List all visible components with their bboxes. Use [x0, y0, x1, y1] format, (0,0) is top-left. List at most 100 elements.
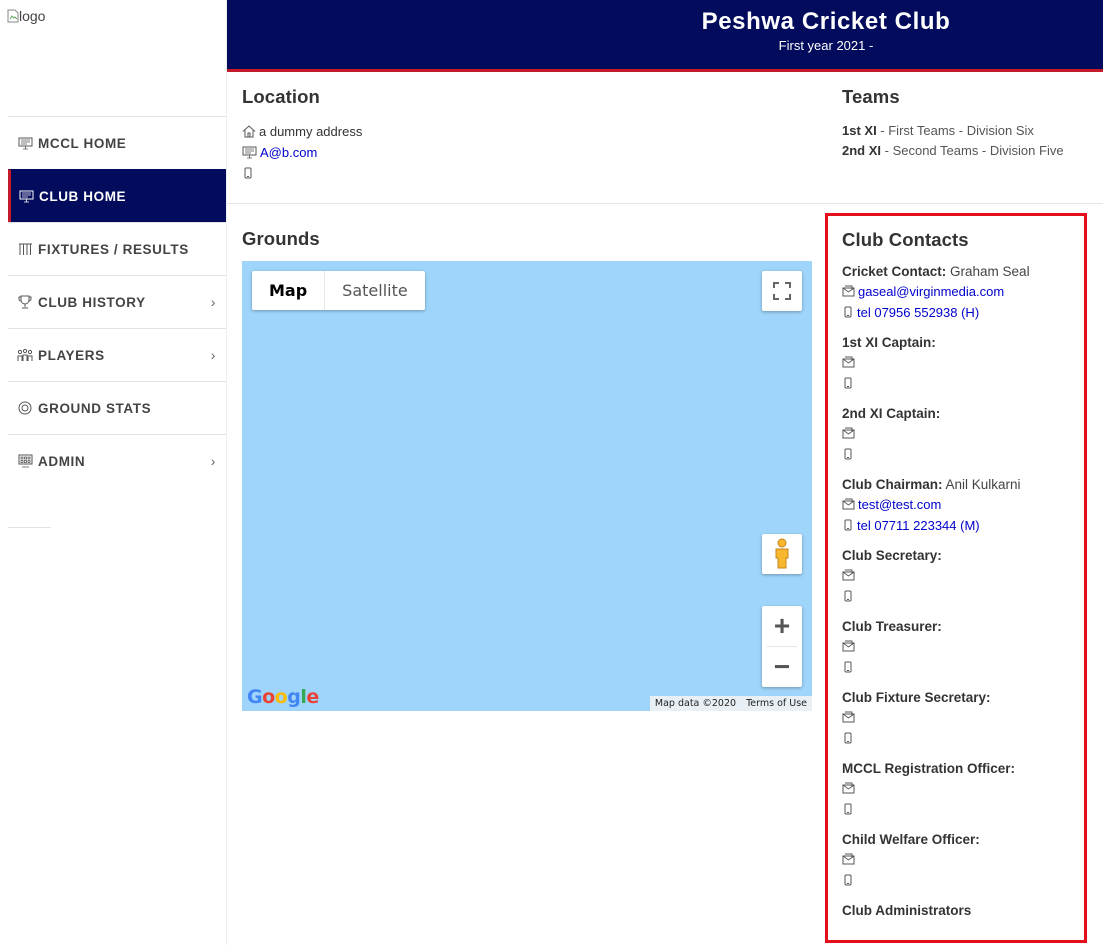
mobile-phone-icon — [842, 803, 854, 816]
google-logo[interactable]: Google — [247, 686, 319, 708]
contact-2nd-xi-captain: 2nd XI Captain: — [842, 406, 1084, 465]
terms-of-use-link[interactable]: Terms of Use — [741, 698, 812, 709]
mobile-phone-icon — [842, 306, 854, 319]
teams-section: Teams 1st XI - First Teams - Division Si… — [842, 86, 1097, 158]
sidebar-item-label: FIXTURES / RESULTS — [38, 241, 189, 257]
mobile-phone-icon — [842, 519, 854, 532]
contact-phone-row — [842, 657, 1084, 678]
contact-club-secretary: Club Secretary: — [842, 548, 1084, 607]
team-name: 2nd XI — [842, 143, 882, 158]
contact-phone-row — [842, 444, 1084, 465]
team-row[interactable]: 2nd XI - Second Teams - Division Five — [842, 143, 1097, 158]
map-tab-satellite[interactable]: Satellite — [325, 271, 425, 310]
contact-phone-link[interactable]: tel 07711 223344 (M) — [857, 518, 980, 533]
contact-club-treasurer: Club Treasurer: — [842, 619, 1084, 678]
sidebar-item-club-home[interactable]: CLUB HOME — [8, 169, 226, 222]
email-icon — [842, 711, 855, 724]
mobile-phone-icon — [242, 167, 254, 180]
contact-list: Cricket Contact: Graham Seal gaseal@virgi… — [842, 264, 1084, 920]
contact-name: Graham Seal — [946, 264, 1030, 279]
pegman-icon — [775, 538, 789, 569]
sidebar-item-label: GROUND STATS — [38, 400, 152, 416]
map-tab-map[interactable]: Map — [252, 271, 326, 310]
contact-role: 2nd XI Captain: — [842, 406, 941, 421]
contact-email-row — [842, 849, 1084, 870]
contact-name: Anil Kulkarni — [942, 477, 1021, 492]
zoom-controls: + − — [762, 606, 802, 687]
contact-email-row — [842, 778, 1084, 799]
email-icon — [842, 853, 855, 866]
sidebar-item-club-history[interactable]: CLUB HISTORY › — [8, 275, 226, 328]
ground-map[interactable]: Map Satellite + − Google Map data ©2020 … — [242, 261, 812, 711]
contact-cricket-contact: Cricket Contact: Graham Seal gaseal@virgi… — [842, 264, 1084, 323]
sidebar-item-label: PLAYERS — [38, 347, 105, 363]
sidebar-item-mccl-home[interactable]: MCCL HOME — [8, 116, 226, 169]
mobile-phone-icon — [842, 874, 854, 887]
contact-email-link[interactable]: test@test.com — [858, 497, 941, 512]
monitor-icon — [17, 136, 33, 150]
contact-phone-row — [842, 870, 1084, 891]
home-icon — [242, 124, 256, 138]
logo-image[interactable]: logo — [7, 8, 45, 24]
contact-club-administrators: Club Administrators — [842, 903, 1084, 920]
contact-email-link[interactable]: gaseal@virginmedia.com — [858, 284, 1004, 299]
contact-1st-xi-captain: 1st XI Captain: — [842, 335, 1084, 394]
sidebar-item-admin[interactable]: ADMIN › — [8, 434, 226, 487]
mobile-phone-icon — [842, 377, 854, 390]
chevron-right-icon: › — [210, 294, 216, 310]
sidebar: logo MCCL HOME CLUB HOME FIXTURES / RESULT… — [0, 0, 227, 945]
grounds-section: Grounds — [242, 228, 320, 250]
contact-email-row — [842, 707, 1084, 728]
contact-phone-row: tel 07956 552938 (H) — [842, 302, 1084, 323]
club-subtitle: First year 2021 - — [778, 38, 874, 53]
sidebar-item-players[interactable]: PLAYERS › — [8, 328, 226, 381]
email-icon — [842, 427, 855, 440]
team-row[interactable]: 1st XI - First Teams - Division Six — [842, 123, 1097, 138]
chevron-right-icon: › — [210, 347, 216, 363]
zoom-in-button[interactable]: + — [762, 606, 802, 646]
contact-email-row — [842, 636, 1084, 657]
chevron-right-icon: › — [210, 453, 216, 469]
zoom-out-button[interactable]: − — [762, 647, 802, 687]
broken-image-icon — [7, 9, 19, 23]
fullscreen-button[interactable] — [762, 271, 802, 311]
sidebar-item-fixtures-results[interactable]: FIXTURES / RESULTS — [8, 222, 226, 275]
sidebar-divider — [8, 527, 51, 528]
street-view-pegman-button[interactable] — [762, 534, 802, 574]
mobile-phone-icon — [842, 590, 854, 603]
location-section: Location a dummy address A@b.com — [242, 86, 802, 181]
contact-role: Club Treasurer: — [842, 619, 942, 634]
location-email-link[interactable]: A@b.com — [260, 145, 317, 160]
fullscreen-icon — [773, 282, 791, 300]
contact-phone-row: tel 07711 223344 (M) — [842, 515, 1084, 536]
address-text: a dummy address — [259, 123, 363, 139]
mobile-phone-icon — [842, 732, 854, 745]
sidebar-item-ground-stats[interactable]: GROUND STATS — [8, 381, 226, 434]
contact-phone-link[interactable]: tel 07956 552938 (H) — [857, 305, 979, 320]
map-data-text[interactable]: Map data ©2020 — [650, 698, 741, 709]
teams-heading: Teams — [842, 86, 900, 107]
contact-email-row — [842, 565, 1084, 586]
contact-role: Club Secretary: — [842, 548, 942, 563]
contact-role: MCCL Registration Officer: — [842, 761, 1016, 776]
monitor-icon — [18, 189, 34, 203]
sidebar-nav: MCCL HOME CLUB HOME FIXTURES / RESULTS CLUB… — [8, 116, 226, 487]
club-title: Peshwa Cricket Club — [701, 8, 951, 35]
contact-email-row — [842, 352, 1084, 373]
contact-role: 1st XI Captain: — [842, 335, 936, 350]
page-header: Peshwa Cricket Club First year 2021 - — [227, 0, 1103, 72]
ball-icon — [17, 401, 33, 415]
logo-alt-text: logo — [19, 8, 46, 24]
grounds-heading: Grounds — [242, 228, 320, 249]
email-icon — [842, 782, 855, 795]
monitor-icon — [242, 146, 257, 159]
contact-email-row — [842, 423, 1084, 444]
contact-role: Club Chairman: Anil Kulkarni — [842, 477, 1021, 492]
sidebar-item-label: CLUB HOME — [39, 188, 127, 204]
contact-club-fixture-secretary: Club Fixture Secretary: — [842, 690, 1084, 749]
contact-role: Cricket Contact: Graham Seal — [842, 264, 1030, 279]
team-desc: - Second Teams - Division Five — [881, 143, 1064, 158]
contact-phone-row — [842, 373, 1084, 394]
contact-role: Club Administrators — [842, 903, 972, 918]
address-line: a dummy address — [242, 123, 802, 139]
